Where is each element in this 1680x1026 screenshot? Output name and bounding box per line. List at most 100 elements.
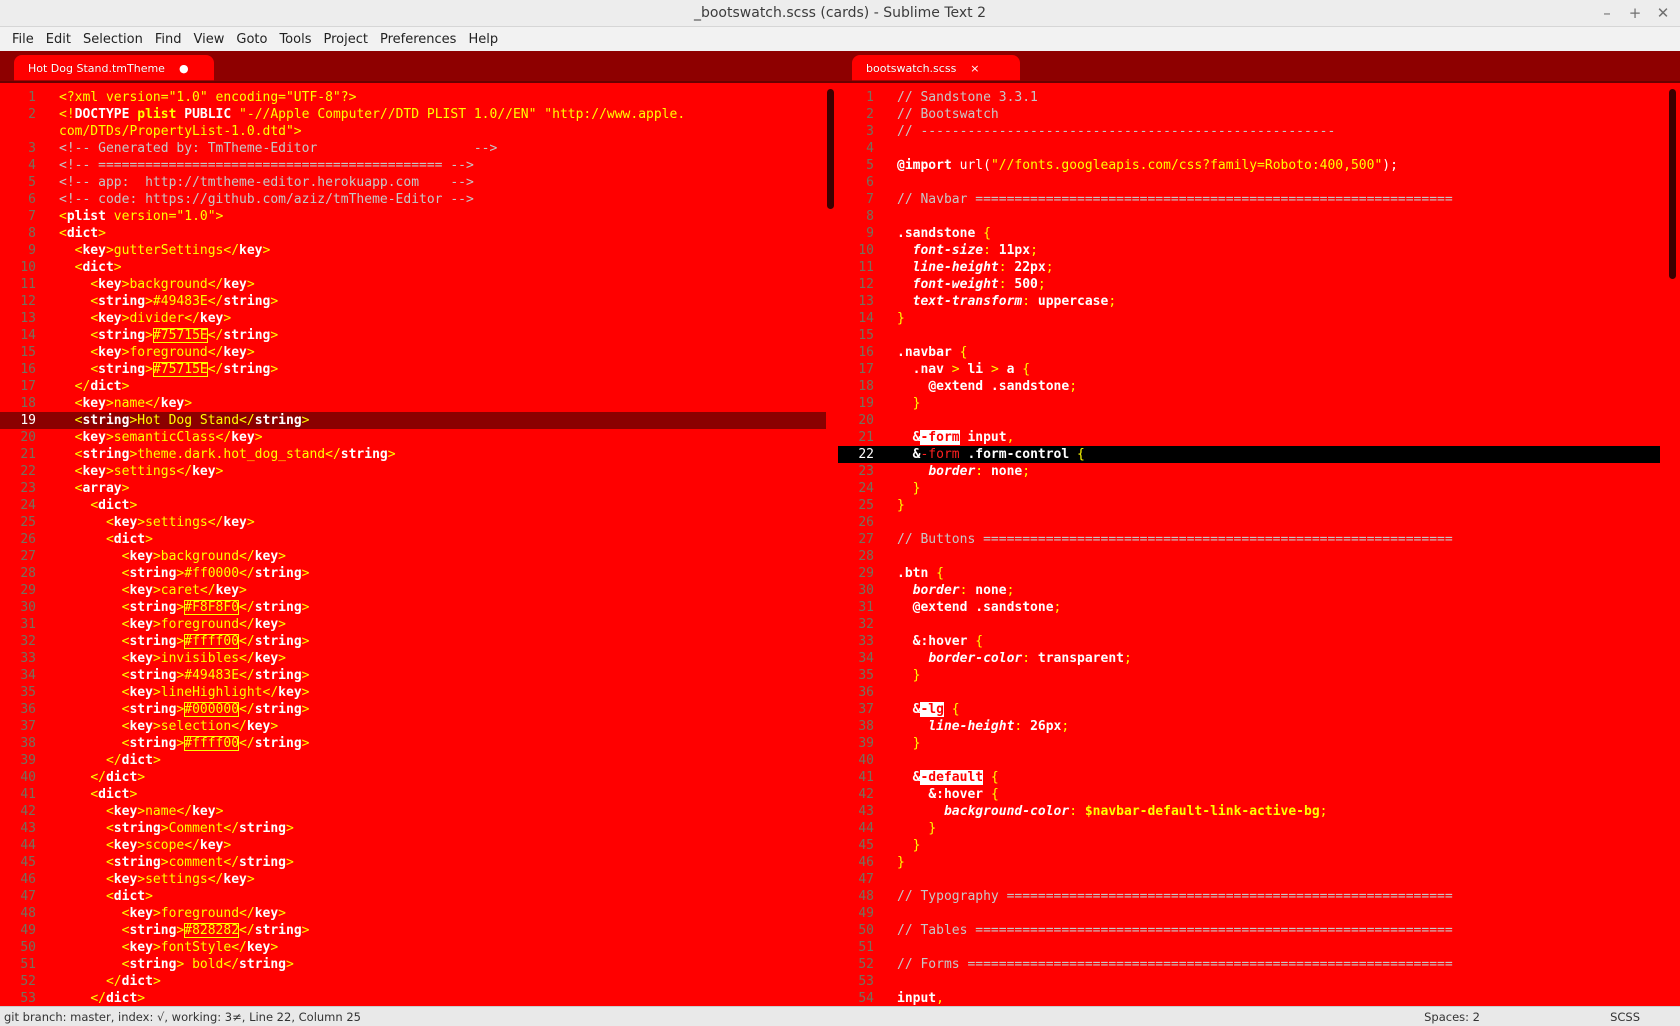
code-line[interactable]: .nav > li > a { — [897, 361, 1453, 378]
code-line[interactable]: <key>selection</key> — [59, 718, 685, 735]
code-line[interactable]: <!-- code: https://github.com/aziz/tmThe… — [59, 191, 685, 208]
code-line[interactable]: font-weight: 500; — [897, 276, 1453, 293]
code-line[interactable]: <string>#49483E</string> — [59, 293, 685, 310]
code-line[interactable]: <key>gutterSettings</key> — [59, 242, 685, 259]
code-line[interactable]: } — [897, 310, 1453, 327]
code-line[interactable]: <key>divider</key> — [59, 310, 685, 327]
code-line[interactable] — [897, 140, 1453, 157]
code-line[interactable]: } — [897, 480, 1453, 497]
code-line[interactable]: line-height: 22px; — [897, 259, 1453, 276]
left-code[interactable]: <?xml version="1.0" encoding="UTF-8"?> <!… — [59, 89, 685, 1006]
status-indentation[interactable]: Spaces: 2 — [1424, 1010, 1480, 1024]
status-syntax[interactable]: SCSS — [1610, 1010, 1640, 1024]
code-line[interactable]: <!-- Generated by: TmTheme-Editor --> — [59, 140, 685, 157]
code-line[interactable]: <array> — [59, 480, 685, 497]
menu-item-view[interactable]: View — [188, 32, 231, 47]
code-line[interactable]: } — [897, 735, 1453, 752]
code-line[interactable]: border: none; — [897, 463, 1453, 480]
code-line[interactable] — [897, 412, 1453, 429]
code-line[interactable]: <string> bold</string> — [59, 956, 685, 973]
code-line[interactable]: <key>invisibles</key> — [59, 650, 685, 667]
code-line[interactable]: <string>#828282</string> — [59, 922, 685, 939]
menu-item-file[interactable]: File — [6, 32, 40, 47]
code-line[interactable]: <dict> — [59, 225, 685, 242]
code-line[interactable]: } — [897, 667, 1453, 684]
code-line[interactable]: // -------------------------------------… — [897, 123, 1453, 140]
code-line[interactable]: &-lg { — [897, 701, 1453, 718]
code-line[interactable]: <string>#F8F8F0</string> — [59, 599, 685, 616]
close-icon[interactable]: ✕ — [1652, 4, 1674, 22]
code-line[interactable]: &:hover { — [897, 633, 1453, 650]
code-line[interactable] — [897, 548, 1453, 565]
code-line[interactable]: &-form input, — [897, 429, 1453, 446]
code-line[interactable]: <string>theme.dark.hot_dog_stand</string… — [59, 446, 685, 463]
code-line[interactable]: <string>#75715E</string> — [59, 327, 685, 344]
code-line[interactable]: </dict> — [59, 769, 685, 786]
modified-dot-icon[interactable]: ● — [179, 62, 189, 75]
code-line[interactable]: <dict> — [59, 786, 685, 803]
code-line[interactable] — [897, 871, 1453, 888]
code-line[interactable]: <string>#ffff00</string> — [59, 633, 685, 650]
code-line[interactable]: &-form .form-control { — [897, 446, 1453, 463]
menu-item-help[interactable]: Help — [462, 32, 504, 47]
code-line[interactable]: // Sandstone 3.3.1 — [897, 89, 1453, 106]
code-line[interactable]: <string>#49483E</string> — [59, 667, 685, 684]
code-line[interactable]: <key>semanticClass</key> — [59, 429, 685, 446]
code-line[interactable]: com/DTDs/PropertyList-1.0.dtd"> — [59, 123, 685, 140]
code-line[interactable]: <key>foreground</key> — [59, 616, 685, 633]
code-line[interactable]: <key>scope</key> — [59, 837, 685, 854]
code-line[interactable]: background-color: $navbar-default-link-a… — [897, 803, 1453, 820]
code-line[interactable]: </dict> — [59, 990, 685, 1006]
code-line[interactable]: // Buttons =============================… — [897, 531, 1453, 548]
code-line[interactable]: <key>background</key> — [59, 276, 685, 293]
code-line[interactable] — [897, 973, 1453, 990]
code-line[interactable] — [897, 208, 1453, 225]
code-line[interactable]: <key>foreground</key> — [59, 344, 685, 361]
code-line[interactable]: <!DOCTYPE plist PUBLIC "-//Apple Compute… — [59, 106, 685, 123]
code-line[interactable]: // Bootswatch — [897, 106, 1453, 123]
code-line[interactable]: <string>#ff0000</string> — [59, 565, 685, 582]
code-line[interactable]: <key>fontStyle</key> — [59, 939, 685, 956]
code-line[interactable]: input, — [897, 990, 1453, 1006]
menu-item-selection[interactable]: Selection — [77, 32, 149, 47]
code-line[interactable] — [897, 752, 1453, 769]
code-line[interactable]: @extend .sandstone; — [897, 378, 1453, 395]
code-line[interactable]: &-default { — [897, 769, 1453, 786]
code-line[interactable]: <string>#75715E</string> — [59, 361, 685, 378]
code-line[interactable]: <dict> — [59, 259, 685, 276]
code-line[interactable]: } — [897, 837, 1453, 854]
code-line[interactable] — [897, 616, 1453, 633]
code-line[interactable]: border: none; — [897, 582, 1453, 599]
code-line[interactable]: <key>foreground</key> — [59, 905, 685, 922]
code-line[interactable]: </dict> — [59, 752, 685, 769]
code-line[interactable]: &:hover { — [897, 786, 1453, 803]
code-line[interactable]: text-transform: uppercase; — [897, 293, 1453, 310]
code-line[interactable]: <string>Comment</string> — [59, 820, 685, 837]
right-scrollbar[interactable] — [1669, 89, 1676, 279]
code-line[interactable]: <plist version="1.0"> — [59, 208, 685, 225]
tab-hot-dog-stand[interactable]: Hot Dog Stand.tmTheme ● — [14, 55, 214, 81]
code-line[interactable]: <key>name</key> — [59, 803, 685, 820]
code-line[interactable]: .sandstone { — [897, 225, 1453, 242]
code-line[interactable] — [897, 327, 1453, 344]
code-line[interactable] — [897, 684, 1453, 701]
code-line[interactable]: <dict> — [59, 888, 685, 905]
code-line[interactable] — [897, 514, 1453, 531]
menu-item-preferences[interactable]: Preferences — [374, 32, 462, 47]
code-line[interactable]: <key>settings</key> — [59, 514, 685, 531]
code-line[interactable]: <!-- ===================================… — [59, 157, 685, 174]
code-line[interactable]: <string>comment</string> — [59, 854, 685, 871]
code-line[interactable]: // Forms ===============================… — [897, 956, 1453, 973]
code-line[interactable] — [897, 905, 1453, 922]
left-editor[interactable]: 1 2 3 4 5 6 7 8 9 10 11 12 13 14 15 16 17 18 19 20 21 22 23 24 2… — [0, 83, 838, 1006]
close-tab-icon[interactable]: × — [970, 62, 979, 75]
code-line[interactable]: </dict> — [59, 378, 685, 395]
code-line[interactable]: <?xml version="1.0" encoding="UTF-8"?> — [59, 89, 685, 106]
code-line[interactable]: // Navbar ==============================… — [897, 191, 1453, 208]
code-line[interactable]: // Typography ==========================… — [897, 888, 1453, 905]
code-line[interactable]: } — [897, 395, 1453, 412]
code-line[interactable] — [897, 939, 1453, 956]
code-line[interactable]: } — [897, 854, 1453, 871]
minimize-icon[interactable]: – — [1596, 4, 1618, 22]
code-line[interactable]: <string>Hot Dog Stand</string> — [59, 412, 685, 429]
